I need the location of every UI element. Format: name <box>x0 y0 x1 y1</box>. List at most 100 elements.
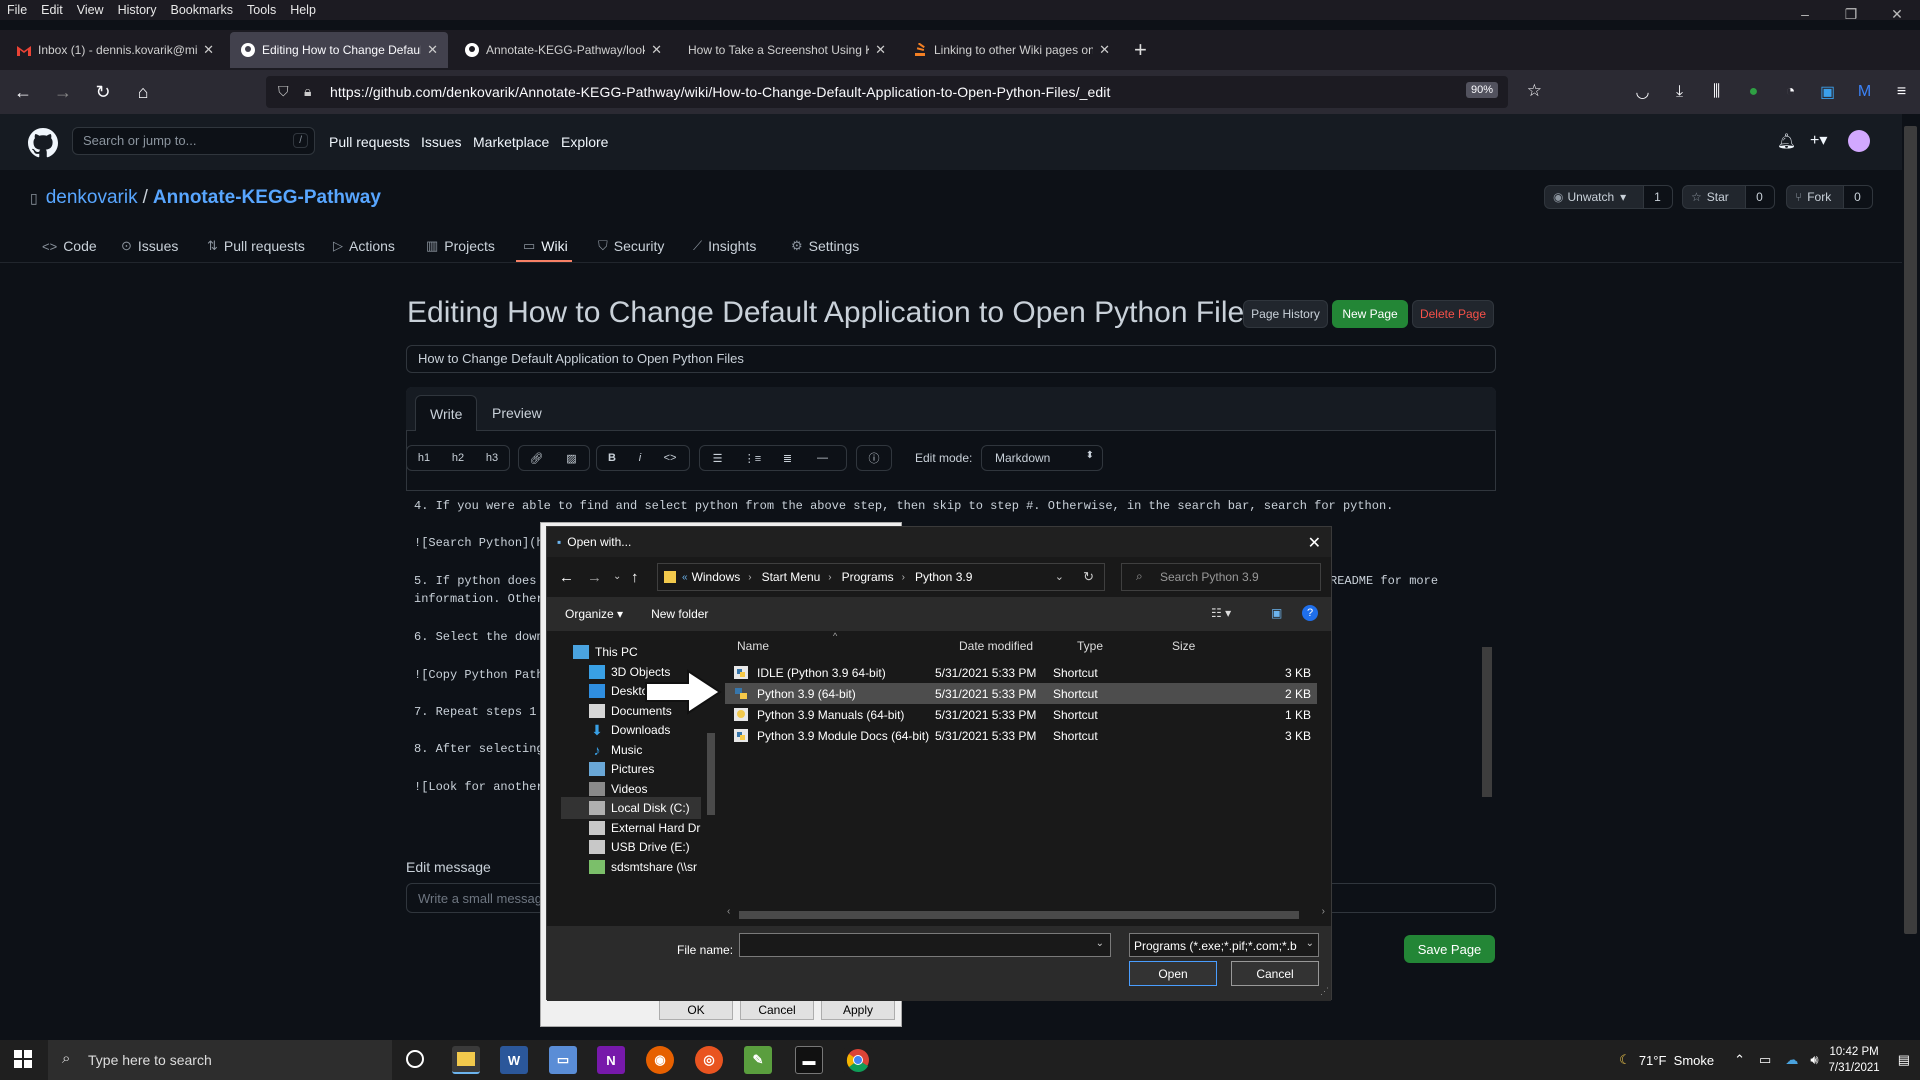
bold-button[interactable]: B <box>597 452 627 464</box>
shield-icon[interactable]: ⛉ <box>278 83 289 100</box>
onedrive-cloud-icon[interactable]: ☁ <box>1785 1052 1798 1068</box>
file-type-select[interactable]: Programs (*.exe;*.pif;*.com;*.b ⌄ <box>1129 933 1319 957</box>
tab-issues[interactable]: ⊙ Issues <box>121 238 178 254</box>
notifications-icon[interactable]: ▤ <box>1898 1052 1910 1068</box>
close-tab-icon[interactable]: ✕ <box>875 42 886 58</box>
file-row[interactable]: Python 3.9 Module Docs (64-bit) 5/31/202… <box>725 725 1317 746</box>
back-arrow-icon[interactable]: ← <box>559 569 574 586</box>
back-icon[interactable]: ← <box>6 75 40 109</box>
tab-linking-wiki[interactable]: Linking to other Wiki pages on ✕ <box>902 32 1120 68</box>
reload-icon[interactable]: ↻ <box>86 75 120 109</box>
page-scrollbar-thumb[interactable] <box>1904 126 1917 934</box>
extension-mask-icon[interactable]: ◔ <box>1772 83 1809 101</box>
tab-actions[interactable]: ▷ Actions <box>333 238 395 254</box>
menu-help[interactable]: Help <box>283 3 323 17</box>
nav-downloads[interactable]: ⬇ Downloads <box>589 719 670 741</box>
restore-icon[interactable]: ❐ <box>1828 0 1874 28</box>
create-new-plus-icon[interactable]: +▾ <box>1810 130 1827 150</box>
github-search-input[interactable]: Search or jump to... / <box>72 127 315 155</box>
cancel-button[interactable]: Cancel <box>1231 961 1319 986</box>
star-button[interactable]: ☆ Star <box>1682 185 1746 209</box>
volume-icon[interactable]: 🔊︎ <box>1810 1052 1818 1068</box>
breadcrumb-item[interactable]: Python 3.9 <box>915 570 972 584</box>
open-button[interactable]: Open <box>1129 961 1217 986</box>
menu-view[interactable]: View <box>70 3 111 17</box>
extension-green-icon[interactable]: ● <box>1735 83 1772 101</box>
star-count[interactable]: 0 <box>1745 185 1775 209</box>
preview-pane-icon[interactable]: ▣ <box>1271 606 1282 620</box>
page-history-button[interactable]: Page History <box>1243 300 1328 328</box>
unwatch-button[interactable]: ◉ Unwatch ▾ <box>1544 185 1644 209</box>
editor-scrollbar[interactable] <box>1478 492 1496 834</box>
terminal-icon[interactable]: ▬ <box>795 1046 823 1074</box>
edit-mode-select[interactable]: Markdown ⬍ <box>981 445 1103 471</box>
breadcrumb-item[interactable]: Programs <box>842 570 894 584</box>
recent-locations-icon[interactable]: ⌄ <box>613 571 621 582</box>
chevron-down-icon[interactable]: ⌄ <box>1096 938 1104 949</box>
menu-tools[interactable]: Tools <box>240 3 283 17</box>
ok-button[interactable]: OK <box>659 999 733 1020</box>
battery-icon[interactable]: ▭ <box>1759 1052 1771 1068</box>
up-arrow-icon[interactable]: ↑ <box>631 569 639 586</box>
forward-icon[interactable]: → <box>46 75 80 109</box>
ubuntu-icon[interactable]: ◎ <box>695 1046 723 1074</box>
nav-pane-scrollbar-thumb[interactable] <box>707 733 715 815</box>
show-hidden-icons-icon[interactable]: ⌃ <box>1734 1052 1745 1068</box>
tab-annotate-kegg[interactable]: Annotate-KEGG-Pathway/look_ ✕ <box>454 32 672 68</box>
menu-history[interactable]: History <box>111 3 164 17</box>
github-logo-icon[interactable] <box>28 128 58 158</box>
delete-page-button[interactable]: Delete Page <box>1412 300 1494 328</box>
close-window-icon[interactable]: ✕ <box>1874 0 1920 28</box>
dialog-search-input[interactable]: ⌕ Search Python 3.9 <box>1121 563 1321 591</box>
horizontal-rule-icon[interactable]: — <box>805 452 840 464</box>
organize-button[interactable]: Organize ▾ <box>565 607 623 621</box>
save-page-button[interactable]: Save Page <box>1404 935 1495 963</box>
preview-tab[interactable]: Preview <box>478 395 556 431</box>
apply-button[interactable]: Apply <box>821 999 895 1020</box>
unordered-list-icon[interactable]: ☰ <box>700 452 735 465</box>
scroll-left-icon[interactable]: ‹ <box>727 906 730 917</box>
firefox-icon[interactable]: ◉ <box>646 1046 674 1074</box>
pocket-icon[interactable]: ◡ <box>1624 82 1661 102</box>
nav-usb-drive[interactable]: USB Drive (E:) <box>589 836 690 858</box>
chevron-down-icon[interactable]: ⌄ <box>1055 570 1064 583</box>
cortana-icon[interactable] <box>406 1050 424 1068</box>
column-name[interactable]: Name <box>737 639 769 653</box>
tab-projects[interactable]: ▥ Projects <box>426 238 495 254</box>
file-explorer-icon[interactable] <box>452 1046 480 1074</box>
menu-edit[interactable]: Edit <box>34 3 70 17</box>
new-folder-button[interactable]: New folder <box>651 607 708 621</box>
bookmark-star-icon[interactable]: ☆ <box>1527 81 1542 101</box>
lock-icon[interactable]: 🔒︎ <box>304 83 311 100</box>
address-bar[interactable]: « Windows › Start Menu › Programs › Pyth… <box>657 563 1105 591</box>
menu-file[interactable]: File <box>0 3 34 17</box>
nav-local-disk[interactable]: Local Disk (C:) <box>561 797 701 819</box>
close-tab-icon[interactable]: ✕ <box>203 42 214 58</box>
file-name-input[interactable]: ⌄ <box>739 933 1111 957</box>
close-tab-icon[interactable]: ✕ <box>427 42 438 58</box>
close-tab-icon[interactable]: ✕ <box>1099 42 1110 58</box>
windows-start-icon[interactable] <box>14 1050 32 1068</box>
file-row-selected[interactable]: Python 3.9 (64-bit) 5/31/2021 5:33 PM Sh… <box>725 683 1317 704</box>
downloads-icon[interactable]: ⤓ <box>1661 83 1698 101</box>
code-button[interactable]: <> <box>653 452 687 464</box>
indent-icon[interactable]: ≣ <box>770 452 805 465</box>
scrollbar-thumb[interactable] <box>1482 647 1492 797</box>
minimize-icon[interactable]: – <box>1782 0 1828 28</box>
tab-editing-wiki[interactable]: Editing How to Change Default ✕ <box>230 32 448 68</box>
repo-name-link[interactable]: Annotate-KEGG-Pathway <box>153 187 381 209</box>
nav-pull-requests[interactable]: Pull requests <box>329 134 410 150</box>
app-shortcut-icon[interactable]: ▭ <box>549 1046 577 1074</box>
nav-this-pc[interactable]: This PC <box>573 641 638 663</box>
word-icon[interactable]: W <box>500 1046 528 1074</box>
zoom-badge[interactable]: 90% <box>1465 82 1498 98</box>
tab-gmail[interactable]: Inbox (1) - dennis.kovarik@min ✕ <box>6 32 224 68</box>
column-date-modified[interactable]: Date modified <box>959 639 1033 653</box>
nav-issues[interactable]: Issues <box>421 134 461 150</box>
home-icon[interactable]: ⌂ <box>126 75 160 109</box>
write-tab[interactable]: Write <box>415 395 478 431</box>
library-icon[interactable]: ⫼ <box>1698 83 1735 101</box>
taskbar-search[interactable]: ⌕ Type here to search <box>48 1040 392 1080</box>
url-text[interactable]: https://github.com/denkovarik/Annotate-K… <box>330 84 1111 100</box>
forward-arrow-icon[interactable]: → <box>587 569 602 586</box>
